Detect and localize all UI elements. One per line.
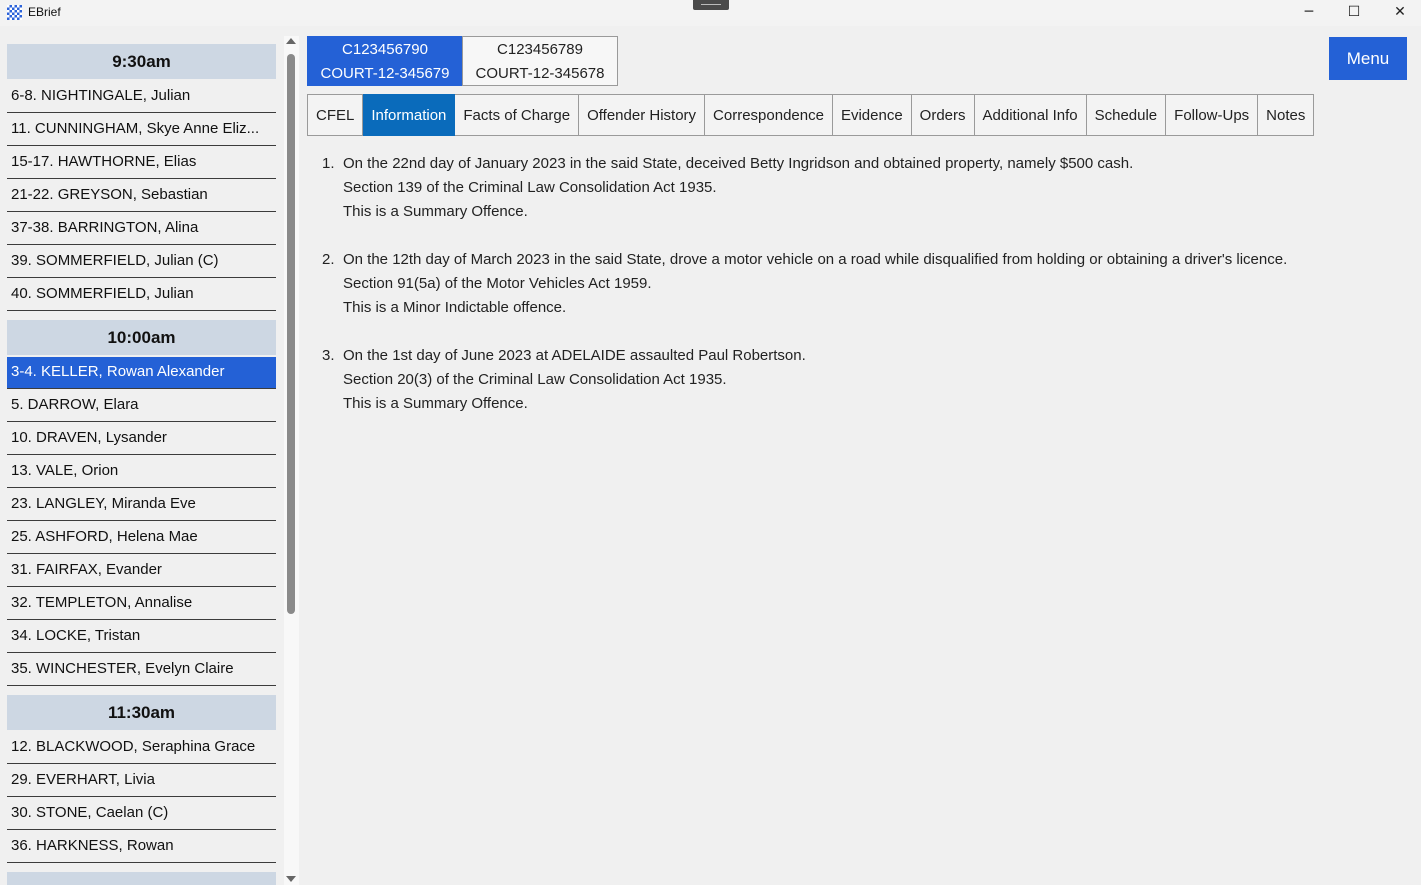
court-number: COURT-12-345679 — [320, 65, 450, 82]
minimize-button[interactable]: ─ — [1286, 0, 1332, 26]
case-tab[interactable]: C123456789 COURT-12-345678 — [462, 36, 618, 86]
offence-section: Section 139 of the Criminal Law Consolid… — [343, 179, 717, 196]
sidebar-scrollbar[interactable] — [284, 36, 299, 885]
app-logo-icon — [7, 5, 22, 20]
case-list-item[interactable]: 35. WINCHESTER, Evelyn Claire — [7, 654, 276, 686]
section-tab-bar: CFEL Information Facts of Charge Offende… — [307, 94, 1315, 136]
tab-offender-history[interactable]: Offender History — [579, 94, 706, 136]
offence-classification: This is a Minor Indictable offence. — [343, 299, 567, 316]
case-list-item[interactable]: 36. HARKNESS, Rowan — [7, 831, 276, 863]
case-list-item[interactable]: 30. STONE, Caelan (C) — [7, 798, 276, 830]
scroll-up-arrow-icon[interactable] — [286, 38, 296, 44]
title-bar: EBrief ─ ☐ ✕ — [0, 0, 1421, 26]
scrollbar-thumb[interactable] — [287, 54, 295, 614]
tab-notes[interactable]: Notes — [1258, 94, 1315, 136]
time-header: 10:00am — [7, 320, 276, 355]
time-header: 9:30am — [7, 44, 276, 79]
case-list-item[interactable]: 11. CUNNINGHAM, Skye Anne Eliz... — [7, 114, 276, 146]
offence-classification: This is a Summary Offence. — [343, 395, 528, 412]
case-list-item[interactable]: 13. VALE, Orion — [7, 456, 276, 488]
offence-section: Section 91(5a) of the Motor Vehicles Act… — [343, 275, 652, 292]
case-list-item[interactable]: 32. TEMPLETON, Annalise — [7, 588, 276, 620]
case-list-item[interactable]: 5. DARROW, Elara — [7, 390, 276, 422]
drag-handle[interactable] — [693, 0, 729, 10]
offence-list: 1. On the 22nd day of January 2023 in th… — [322, 152, 1402, 440]
case-number: C123456789 — [497, 41, 583, 58]
case-list-item[interactable]: 37-38. BARRINGTON, Alina — [7, 213, 276, 245]
tab-evidence[interactable]: Evidence — [832, 94, 912, 136]
case-list-item[interactable]: 34. LOCKE, Tristan — [7, 621, 276, 653]
offence-description: On the 22nd day of January 2023 in the s… — [343, 155, 1134, 172]
offence-number: 2. — [322, 251, 335, 268]
maximize-button[interactable]: ☐ — [1331, 0, 1377, 26]
case-list-item[interactable]: 25. ASHFORD, Helena Mae — [7, 522, 276, 554]
tab-follow-ups[interactable]: Follow-Ups — [1166, 94, 1259, 136]
tab-orders[interactable]: Orders — [911, 94, 975, 136]
tab-information[interactable]: Information — [363, 94, 456, 136]
offence-item: 1. On the 22nd day of January 2023 in th… — [322, 152, 1402, 224]
case-list-item[interactable]: 12. BLACKWOOD, Seraphina Grace — [7, 732, 276, 764]
scroll-down-arrow-icon[interactable] — [286, 876, 296, 882]
offence-number: 3. — [322, 347, 335, 364]
case-tab-active[interactable]: C123456790 COURT-12-345679 — [307, 36, 463, 86]
case-list-item[interactable]: 31. FAIRFAX, Evander — [7, 555, 276, 587]
offence-number: 1. — [322, 155, 335, 172]
offence-classification: This is a Summary Offence. — [343, 203, 528, 220]
tab-correspondence[interactable]: Correspondence — [705, 94, 833, 136]
case-list-sidebar: 9:30am 6-8. NIGHTINGALE, Julian 11. CUNN… — [0, 36, 284, 885]
case-list-item[interactable]: 6-8. NIGHTINGALE, Julian — [7, 81, 276, 113]
time-header: 11:30am — [7, 695, 276, 730]
case-list-item[interactable]: 23. LANGLEY, Miranda Eve — [7, 489, 276, 521]
case-list-item[interactable]: 39. SOMMERFIELD, Julian (C) — [7, 246, 276, 278]
offence-item: 2. On the 12th day of March 2023 in the … — [322, 248, 1402, 320]
offence-description: On the 1st day of June 2023 at ADELAIDE … — [343, 347, 806, 364]
app-title: EBrief — [28, 5, 61, 19]
case-number: C123456790 — [342, 41, 428, 58]
case-list-item[interactable]: 21-22. GREYSON, Sebastian — [7, 180, 276, 212]
case-list-item[interactable]: 29. EVERHART, Livia — [7, 765, 276, 797]
tab-additional-info[interactable]: Additional Info — [974, 94, 1087, 136]
offence-description: On the 12th day of March 2023 in the sai… — [343, 251, 1288, 268]
case-list-item[interactable]: 40. SOMMERFIELD, Julian — [7, 279, 276, 311]
tab-schedule[interactable]: Schedule — [1086, 94, 1167, 136]
tab-facts-of-charge[interactable]: Facts of Charge — [455, 94, 580, 136]
case-list-item[interactable]: 15-17. HAWTHORNE, Elias — [7, 147, 276, 179]
time-header-partial — [7, 872, 276, 885]
close-button[interactable]: ✕ — [1377, 0, 1421, 26]
tab-cfel[interactable]: CFEL — [307, 94, 364, 136]
court-number: COURT-12-345678 — [475, 65, 605, 82]
menu-button[interactable]: Menu — [1329, 37, 1407, 80]
case-list-item-selected[interactable]: 3-4. KELLER, Rowan Alexander — [7, 357, 276, 389]
case-list-item[interactable]: 10. DRAVEN, Lysander — [7, 423, 276, 455]
offence-item: 3. On the 1st day of June 2023 at ADELAI… — [322, 344, 1402, 416]
offence-section: Section 20(3) of the Criminal Law Consol… — [343, 371, 727, 388]
